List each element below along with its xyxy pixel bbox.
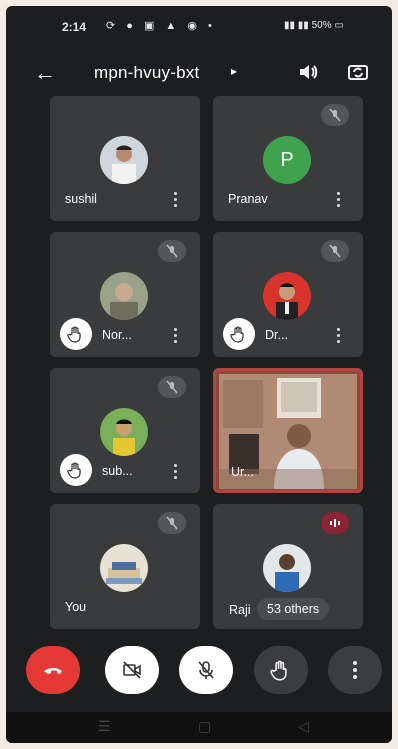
participant-name: Ur... (231, 465, 254, 479)
home-icon[interactable]: ▢ (198, 718, 211, 735)
raised-hand-icon (223, 318, 255, 350)
participant-name: Nor... (102, 328, 132, 342)
toggle-camera-button[interactable] (105, 646, 159, 694)
participant-name: Dr... (265, 328, 288, 342)
mic-off-icon (321, 104, 349, 126)
mic-off-icon (198, 661, 214, 679)
status-time: 2:14 (62, 20, 87, 34)
more-options-icon[interactable] (174, 464, 178, 482)
avatar: P (263, 136, 311, 184)
speaker-icon[interactable] (296, 60, 320, 84)
toggle-mic-button[interactable] (179, 646, 233, 694)
status-signal: ▮▮ ▮▮ 50% ▭ (284, 20, 344, 31)
recent-apps-icon[interactable]: ☰ (98, 718, 111, 735)
more-vert-icon (353, 661, 357, 679)
participant-tile-dr[interactable]: Dr... (213, 232, 363, 357)
meet-screen: 2:14 ⟳ ● ▣ ▲ ◉ • ▮▮ ▮▮ 50% ▭ ← mpn-hvuy-… (6, 6, 392, 743)
participant-name: sushil (65, 192, 97, 206)
others-count-badge[interactable]: 53 others (257, 598, 330, 620)
avatar (100, 544, 148, 592)
switch-camera-icon[interactable] (346, 60, 370, 84)
more-options-icon[interactable] (337, 328, 341, 346)
participant-name: Raji (229, 603, 251, 617)
camera-off-icon (123, 661, 141, 679)
participant-name: Pranav (228, 192, 268, 206)
top-bar: ← mpn-hvuy-bxt ▸ (6, 54, 392, 94)
more-options-button[interactable] (328, 646, 382, 694)
avatar (100, 408, 148, 456)
hand-icon (270, 660, 287, 681)
back-arrow-icon[interactable]: ← (34, 60, 56, 86)
avatar (263, 272, 311, 320)
participant-tile-sushil[interactable]: sushil (50, 96, 200, 221)
system-nav-bar: ☰ ▢ ◁ (6, 712, 392, 743)
avatar (263, 544, 311, 592)
call-controls (6, 638, 392, 708)
speaking-indicator-icon (321, 512, 349, 534)
participant-name: sub... (102, 464, 133, 478)
chevron-right-icon[interactable]: ▸ (231, 64, 237, 78)
mic-off-icon (158, 512, 186, 534)
participant-tile-nor[interactable]: Nor... (50, 232, 200, 357)
more-options-icon[interactable] (174, 192, 178, 210)
more-options-icon[interactable] (174, 328, 178, 346)
avatar (100, 272, 148, 320)
participant-name: You (65, 600, 87, 614)
participant-tile-others[interactable]: Raji 53 others (213, 504, 363, 629)
hang-up-icon (44, 668, 62, 674)
participant-tile-pranav[interactable]: P Pranav (213, 96, 363, 221)
mic-off-icon (321, 240, 349, 262)
back-nav-icon[interactable]: ◁ (298, 718, 309, 735)
avatar (100, 136, 148, 184)
raise-hand-button[interactable] (254, 646, 308, 694)
avatar-initial: P (280, 148, 294, 171)
leave-call-button[interactable] (26, 646, 80, 694)
status-bar: 2:14 ⟳ ● ▣ ▲ ◉ • ▮▮ ▮▮ 50% ▭ (6, 6, 392, 46)
mic-off-icon (158, 376, 186, 398)
participant-tile-sub[interactable]: sub... (50, 368, 200, 493)
participant-tile-active-speaker[interactable]: Ur... (213, 368, 363, 493)
others-count-label: 53 others (267, 602, 320, 616)
meeting-code[interactable]: mpn-hvuy-bxt (94, 63, 199, 83)
more-options-icon[interactable] (337, 192, 341, 210)
mic-off-icon (158, 240, 186, 262)
participant-tile-you[interactable]: You (50, 504, 200, 629)
raised-hand-icon (60, 454, 92, 486)
status-icons: ⟳ ● ▣ ▲ ◉ • (106, 20, 216, 32)
raised-hand-icon (60, 318, 92, 350)
